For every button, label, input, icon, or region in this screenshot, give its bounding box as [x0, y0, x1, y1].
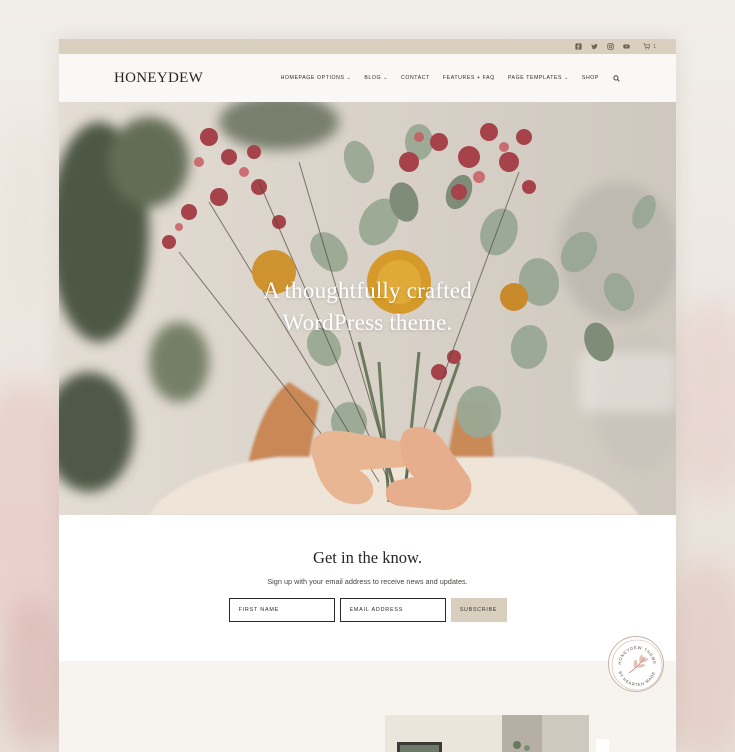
theme-preview-window: 1 HONEYDEW HOMEPAGE OPTIONS ⌄ BLOG ⌄ CONTA…: [59, 39, 676, 752]
nav-item-shop[interactable]: SHOP: [582, 75, 599, 81]
cart-icon: [643, 43, 651, 50]
main-nav: HOMEPAGE OPTIONS ⌄ BLOG ⌄ CONTACT FEATURES…: [268, 74, 620, 82]
featured-section: [59, 661, 676, 752]
nav-item-label: SHOP: [581, 75, 599, 81]
nav-item-label: CONTACT: [400, 75, 430, 81]
hero-headline: A thoughtfully crafted WordPress theme.: [59, 275, 676, 339]
newsletter-title: Get in the know.: [313, 548, 422, 567]
newsletter-description: Sign up with your email address to recei…: [267, 577, 468, 586]
chevron-down-icon: ⌄: [383, 75, 388, 81]
nav-item-homepage-options[interactable]: HOMEPAGE OPTIONS ⌄: [281, 75, 352, 81]
instagram-icon[interactable]: [607, 43, 614, 50]
leaf-icon: [628, 654, 649, 674]
newsletter-section: Get in the know. Sign up with your email…: [59, 515, 676, 661]
hero-headline-line-2: WordPress theme.: [282, 310, 453, 335]
facebook-icon[interactable]: [575, 43, 582, 50]
hero-headline-line-1: A thoughtfully crafted: [263, 278, 472, 303]
nav-item-label: HOMEPAGE OPTIONS: [280, 75, 345, 81]
nav-item-page-templates[interactable]: PAGE TEMPLATES ⌄: [508, 75, 569, 81]
badge-bottom-text: BY HEARTEN MADE: [618, 670, 656, 687]
nav-item-label: BLOG: [364, 75, 382, 81]
nav-item-label: FEATURES + FAQ: [442, 75, 495, 81]
first-name-field[interactable]: [228, 598, 335, 622]
site-header: HONEYDEW HOMEPAGE OPTIONS ⌄ BLOG ⌄ CONTACT…: [59, 54, 676, 102]
site-logo[interactable]: HONEYDEW: [114, 70, 203, 87]
svg-text:BY HEARTEN MADE: BY HEARTEN MADE: [618, 670, 657, 687]
social-topbar: 1: [59, 39, 676, 54]
twitter-icon[interactable]: [591, 43, 598, 50]
youtube-icon[interactable]: [623, 43, 630, 50]
cart-count: 1: [653, 43, 656, 50]
nav-item-blog[interactable]: BLOG ⌄: [364, 75, 388, 81]
cart-button[interactable]: 1: [643, 43, 656, 50]
chevron-down-icon: ⌄: [346, 75, 352, 81]
subscribe-button[interactable]: SUBSCRIBE: [450, 598, 507, 622]
email-field[interactable]: [339, 598, 446, 622]
nav-item-label: PAGE TEMPLATES: [507, 75, 563, 81]
featured-image-1: [385, 715, 502, 752]
hero-section: A thoughtfully crafted WordPress theme.: [59, 102, 676, 515]
nav-item-features-faq[interactable]: FEATURES + FAQ: [443, 75, 495, 81]
newsletter-form: SUBSCRIBE: [59, 598, 676, 622]
chevron-down-icon: ⌄: [564, 75, 569, 81]
theme-badge: HONEYDEW THEME BY HEARTEN MADE: [608, 636, 664, 692]
nav-item-contact[interactable]: CONTACT: [401, 75, 430, 81]
featured-image-3: [596, 739, 609, 752]
search-icon[interactable]: [613, 74, 620, 82]
featured-image-2: [502, 715, 589, 752]
